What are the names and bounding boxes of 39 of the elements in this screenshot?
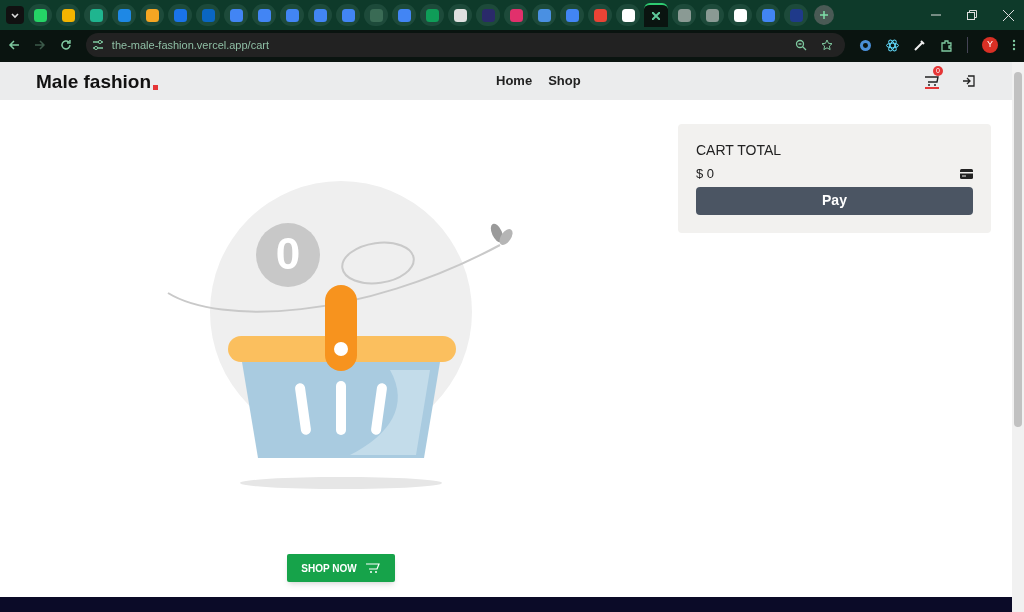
close-icon[interactable] (1003, 9, 1014, 21)
forward-icon[interactable] (33, 39, 46, 51)
site-logo[interactable]: Male fashion (36, 71, 152, 91)
atom-icon[interactable] (886, 38, 900, 52)
profile-avatar[interactable]: Y (982, 37, 998, 53)
browser-tab[interactable] (28, 4, 52, 26)
bookmark-star-icon[interactable] (821, 39, 834, 51)
cart-icon[interactable] (924, 73, 940, 89)
login-icon[interactable] (962, 74, 976, 88)
cart-icon (364, 562, 381, 574)
browser-tab[interactable] (616, 4, 640, 26)
address-bar[interactable]: the-male-fashion.vercel.app/cart (85, 33, 846, 57)
plus-icon (819, 10, 829, 20)
restore-icon[interactable] (967, 10, 977, 20)
close-tab-icon[interactable] (652, 12, 660, 20)
cart-total-title: CART TOTAL (696, 142, 783, 158)
credit-card-icon (960, 168, 973, 179)
zoom-icon[interactable] (795, 39, 808, 51)
extension-icon[interactable] (859, 38, 873, 52)
url-text: the-male-fashion.vercel.app/cart (111, 37, 270, 53)
back-icon[interactable] (8, 39, 20, 51)
browser-tab[interactable] (140, 4, 164, 26)
eyedropper-icon[interactable] (913, 38, 927, 52)
reload-icon[interactable] (59, 39, 72, 51)
browser-tab[interactable] (728, 4, 752, 26)
new-tab-button[interactable] (814, 5, 834, 25)
browser-tab[interactable] (448, 4, 472, 26)
site-settings-icon[interactable] (91, 39, 104, 51)
tab-search-button[interactable] (6, 6, 24, 24)
browser-tab[interactable] (56, 4, 80, 26)
browser-tab[interactable] (644, 3, 668, 27)
menu-icon[interactable] (1012, 39, 1016, 51)
cart-total-amount: $ 0 (696, 165, 715, 183)
scrollbar-thumb[interactable] (1014, 72, 1022, 427)
pay-button[interactable]: Pay (696, 186, 973, 215)
caret-icon (10, 10, 20, 20)
nav-link[interactable]: Shop (548, 71, 581, 91)
puzzle-icon[interactable] (940, 38, 954, 52)
nav-link[interactable]: Home (496, 71, 533, 91)
